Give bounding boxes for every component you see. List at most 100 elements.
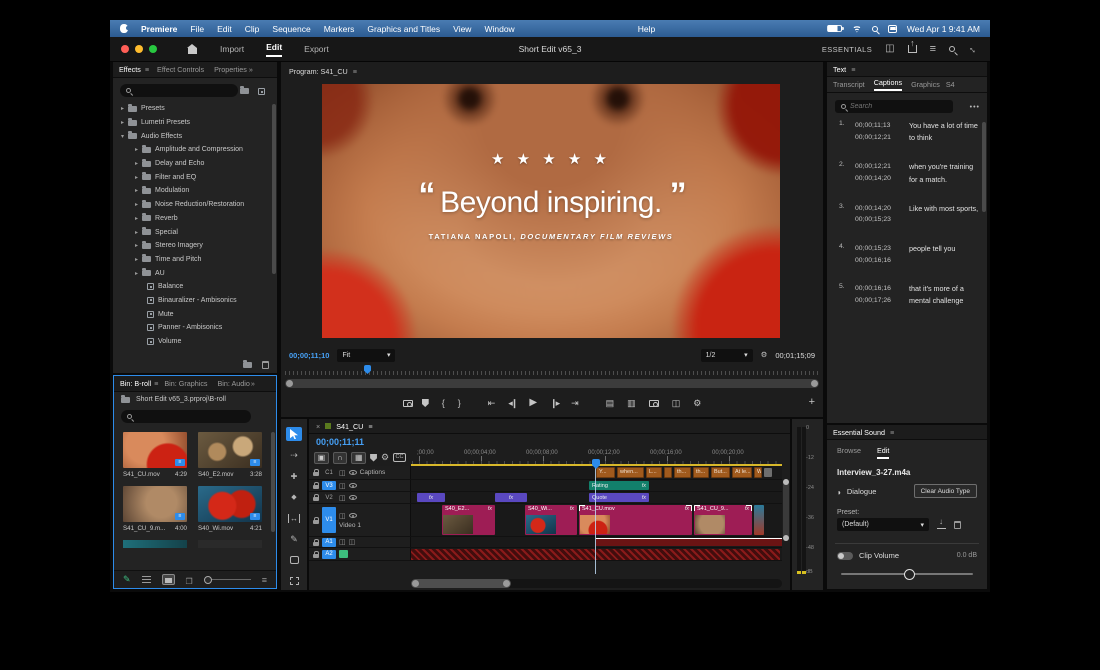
track-visibility-icon[interactable] (349, 483, 357, 488)
pen-tool[interactable] (286, 532, 302, 546)
tab-browse[interactable]: Browse (837, 446, 861, 459)
audio-type-label[interactable]: Dialogue (847, 487, 877, 496)
track-visibility-icon[interactable] (349, 470, 357, 475)
search-help-icon[interactable] (949, 46, 955, 52)
graphic-clip-rating[interactable]: Ratingfx (589, 481, 649, 490)
caption-list-scrollbar[interactable] (982, 122, 986, 212)
caption-timecodes[interactable]: 00;00;14;2000;00;15;23 (855, 203, 903, 226)
lock-icon[interactable] (313, 485, 319, 489)
clip-thumbnail[interactable]: ≡ (198, 432, 262, 468)
timeline-hscrollbar[interactable] (411, 579, 782, 588)
bin-item-partial[interactable] (123, 540, 187, 548)
tree-item[interactable]: Noise Reduction/Restoration (113, 198, 271, 212)
step-back-icon[interactable] (508, 399, 516, 408)
bin-item[interactable]: ≡ S40_E2.mov3:28 (198, 432, 262, 478)
tab-edit[interactable]: Edit (877, 446, 889, 459)
lift-icon[interactable] (606, 399, 615, 408)
menu-edit[interactable]: Edit (217, 24, 232, 34)
tree-item[interactable]: Audio Effects (113, 129, 271, 143)
tree-item[interactable]: Balance (113, 280, 271, 294)
tab-bin-broll[interactable]: Bin: B-roll (120, 379, 151, 388)
tree-item[interactable]: Presets (113, 102, 271, 116)
twirl-icon[interactable] (121, 133, 124, 140)
tree-item[interactable]: Panner - Ambisonics (113, 321, 271, 335)
battery-icon[interactable] (827, 25, 842, 32)
bin-item-partial[interactable] (198, 540, 262, 548)
audio-clip-selected[interactable] (596, 538, 782, 546)
tree-item[interactable]: Volume (113, 335, 271, 349)
tree-item[interactable]: Special (113, 225, 271, 239)
twirl-icon[interactable] (135, 229, 138, 236)
program-video-frame[interactable]: ★ ★ ★ ★ ★ “ Beyond inspiring. ” TATIANA … (322, 84, 780, 338)
step-forward-icon[interactable] (550, 399, 558, 408)
slip-tool[interactable] (286, 511, 302, 525)
caption-clip[interactable] (664, 467, 672, 478)
spotlight-search-icon[interactable] (872, 26, 878, 32)
type-tool[interactable] (286, 574, 302, 588)
video-clip-partial[interactable] (754, 505, 764, 535)
playback-resolution-dropdown[interactable]: 1/2 (701, 349, 753, 362)
caption-clip[interactable]: At le... (732, 467, 752, 478)
lock-icon[interactable] (313, 520, 319, 524)
mode-edit[interactable]: Edit (266, 42, 282, 57)
effects-search[interactable] (120, 84, 238, 97)
twirl-icon[interactable] (121, 119, 124, 126)
minimize-window-button[interactable] (135, 45, 143, 53)
track-visibility-icon[interactable] (349, 513, 357, 518)
caption-text[interactable]: people tell you (909, 243, 979, 266)
caption-stack-icon[interactable] (764, 468, 772, 477)
twirl-icon[interactable] (135, 174, 138, 181)
ripple-edit-tool[interactable] (286, 469, 302, 483)
bin-search[interactable] (121, 410, 251, 423)
audio-track-a2[interactable]: A2 (309, 548, 782, 561)
tree-item[interactable]: Delay and Echo (113, 157, 271, 171)
mute-icon[interactable] (349, 538, 356, 546)
caption-row[interactable]: 5. 00;00;16;1600;00;17;26 that it's more… (827, 283, 979, 307)
sequence-name[interactable]: S41_CU (336, 422, 363, 431)
tree-item[interactable]: Stereo Imagery (113, 239, 271, 253)
program-mini-timeline[interactable] (285, 366, 819, 375)
thumbnail-size-slider[interactable] (204, 579, 251, 581)
lock-icon[interactable] (313, 542, 319, 546)
filter-32bit-icon[interactable] (258, 88, 265, 95)
video-clip[interactable]: S40_Wi...fx (525, 505, 577, 535)
caption-search[interactable] (835, 100, 953, 113)
thumbnail-view-icon[interactable] (162, 574, 175, 585)
timeline-timecode[interactable]: 00;00;11;11 (316, 437, 364, 447)
bin-up-icon[interactable] (121, 397, 130, 403)
bin-scrollbar[interactable] (271, 432, 275, 532)
solo-button[interactable] (339, 550, 348, 558)
more-options-icon[interactable]: ••• (970, 104, 980, 111)
mark-in-icon[interactable]: { (442, 399, 445, 408)
clip-thumbnail[interactable]: ≡ (123, 432, 187, 468)
tab-transcript[interactable]: Transcript (833, 80, 865, 89)
freeform-view-icon[interactable] (186, 571, 193, 589)
menu-help[interactable]: Help (638, 24, 655, 34)
twirl-icon[interactable] (135, 160, 138, 167)
caption-text[interactable]: that it's more of a mental challenge (909, 283, 979, 307)
bin-breadcrumb[interactable]: Short Edit v65_3.prproj\B-roll (121, 396, 226, 403)
caption-clip[interactable]: th... (693, 467, 709, 478)
menubar-clock[interactable]: Wed Apr 1 9:41 AM (907, 24, 980, 34)
video-clip[interactable]: S40_E2...fx (442, 505, 495, 535)
add-marker-icon[interactable] (370, 454, 377, 462)
home-icon[interactable] (187, 44, 198, 54)
caption-timecodes[interactable]: 00;00;12;2100;00;14;20 (855, 161, 903, 185)
preset-dropdown[interactable]: (Default) (837, 518, 929, 531)
tab-overflow-icon[interactable] (251, 379, 255, 388)
caption-text[interactable]: Like with most sports, (909, 203, 979, 226)
selection-tool[interactable] (286, 427, 302, 441)
tree-item[interactable]: Lumetri Presets (113, 116, 271, 130)
adjustment-clip[interactable]: fx (417, 493, 445, 502)
sync-lock-icon[interactable] (339, 494, 346, 502)
panel-menu-icon[interactable] (145, 65, 149, 74)
captions-cc-icon[interactable] (393, 453, 406, 462)
scrollbar-thumb[interactable] (411, 579, 511, 588)
clear-audio-type-button[interactable]: Clear Audio Type (914, 484, 977, 498)
caption-row[interactable]: 2. 00;00;12;2100;00;14;20 when you're tr… (827, 161, 979, 185)
track-badge[interactable]: V1 (322, 507, 336, 533)
tab-clipped[interactable]: S4 (946, 80, 955, 89)
extract-icon[interactable] (627, 399, 636, 408)
menu-sequence[interactable]: Sequence (272, 24, 310, 34)
bin-item[interactable]: ≡ S41_CU_9.m...4:00 (123, 486, 187, 532)
